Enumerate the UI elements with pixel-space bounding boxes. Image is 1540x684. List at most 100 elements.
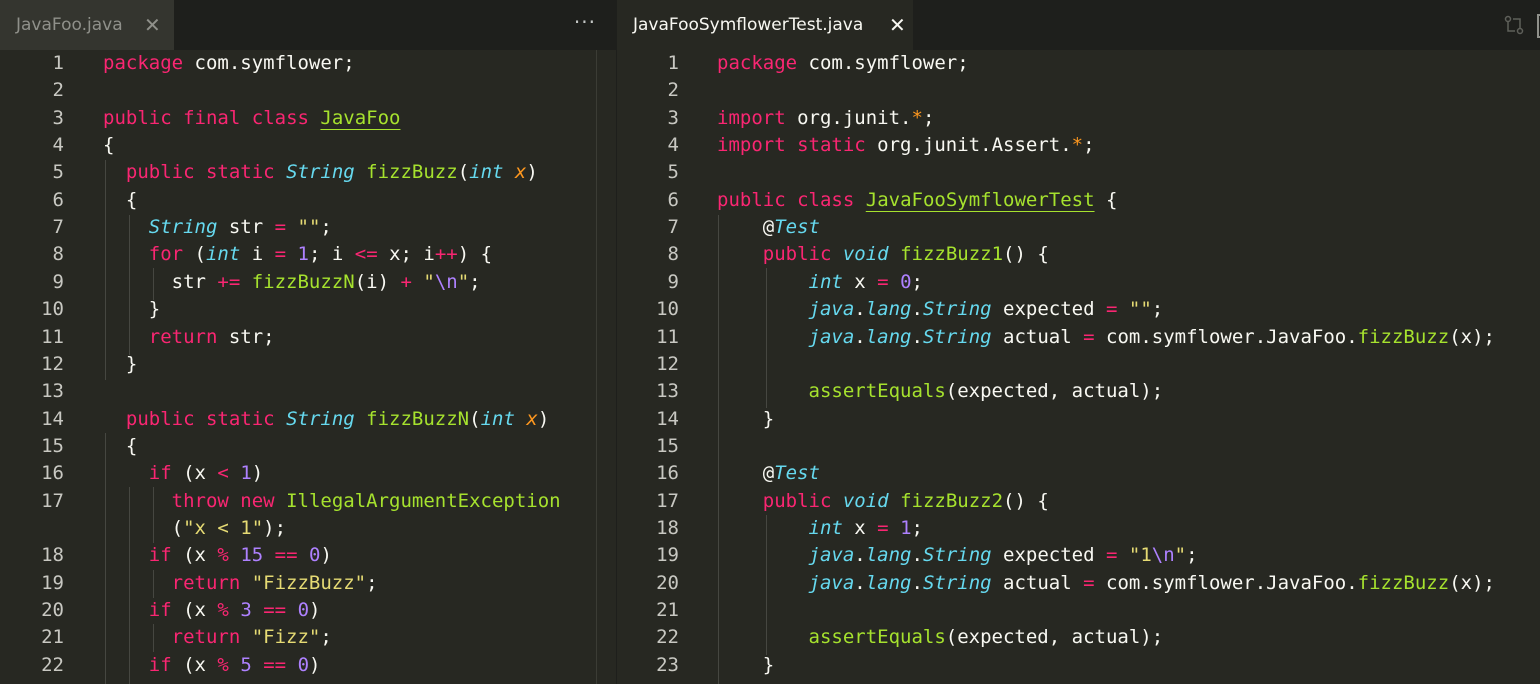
code-token: x: [842, 270, 878, 293]
close-icon[interactable]: ✕: [144, 13, 161, 37]
code-line[interactable]: 10 }: [0, 296, 616, 323]
code-token: str: [217, 216, 275, 239]
code-line[interactable]: 4{: [0, 132, 616, 159]
right-tab-bar: JavaFooSymflowerTest.java ✕: [617, 0, 1540, 50]
code-line[interactable]: 18 int x = 1;: [617, 515, 1540, 542]
code-line[interactable]: 6 public class JavaFooSymflowerTest {: [617, 187, 1540, 214]
code-line[interactable]: 3 import org.junit.*;: [617, 105, 1540, 132]
code-token: Test: [774, 462, 820, 485]
code-token: %: [217, 599, 229, 621]
code-token: ;: [1151, 298, 1164, 321]
code-line[interactable]: 19 java.lang.String expected = "1\n";: [617, 542, 1540, 569]
code-token: return: [148, 325, 218, 348]
code-line[interactable]: 12 }: [0, 351, 616, 378]
code-line[interactable]: 11 return str;: [0, 324, 616, 351]
ellipsis-icon[interactable]: ···: [574, 10, 596, 34]
line-number: 16: [656, 462, 679, 485]
code-line[interactable]: 10 java.lang.String expected = "";: [617, 296, 1540, 323]
code-line[interactable]: 16 @Test: [617, 460, 1540, 487]
code-line[interactable]: 11 java.lang.String actual = com.symflow…: [617, 324, 1540, 351]
code-token: +: [400, 270, 412, 293]
code-token: lang: [865, 544, 912, 567]
code-token: Test: [774, 216, 820, 239]
line-number: 6: [52, 188, 64, 211]
compare-changes-icon[interactable]: [1503, 14, 1525, 36]
code-line[interactable]: 5: [617, 159, 1540, 186]
code-text: }: [717, 406, 774, 433]
code-line[interactable]: 22 if (x % 5 == 0): [0, 652, 616, 679]
code-line[interactable]: 8 public void fizzBuzz1() {: [617, 241, 1540, 268]
code-token: (x: [171, 462, 218, 485]
code-line[interactable]: 9 str += fizzBuzzN(i) + "\n";: [0, 269, 616, 296]
code-token: 1: [297, 243, 309, 266]
code-text: import static org.junit.Assert.*;: [717, 132, 1095, 159]
tab-title: JavaFooSymflowerTest.java: [633, 15, 864, 35]
code-line[interactable]: 7 @Test: [617, 214, 1540, 241]
code-token: ++: [434, 243, 458, 266]
code-line[interactable]: 9 int x = 0;: [617, 269, 1540, 296]
code-token: return: [171, 626, 241, 649]
code-line[interactable]: 17 throw new IllegalArgumentException: [0, 488, 616, 515]
code-line[interactable]: 1 package com.symflower;: [0, 50, 616, 77]
code-line[interactable]: 22 assertEquals(expected, actual);: [617, 624, 1540, 651]
line-number: 19: [41, 571, 64, 594]
code-line[interactable]: 17 public void fizzBuzz2() {: [617, 488, 1540, 515]
code-text: @Test: [717, 214, 820, 241]
code-token: +=: [217, 270, 241, 293]
tab-javafoo[interactable]: JavaFoo.java ✕: [0, 0, 174, 50]
code-text: java.lang.String expected = "";: [717, 296, 1164, 323]
code-token: org.junit.: [785, 106, 912, 129]
line-number: 12: [41, 352, 64, 375]
code-line[interactable]: 8 for (int i = 1; i <= x; i++) {: [0, 241, 616, 268]
code-text: public class JavaFooSymflowerTest {: [717, 187, 1117, 214]
code-line[interactable]: 3 public final class JavaFoo: [0, 105, 616, 132]
code-line[interactable]: 23 }: [617, 652, 1540, 679]
code-token: <=: [354, 243, 378, 266]
code-token: JavaFoo: [320, 106, 401, 129]
code-token: actual: [991, 571, 1084, 594]
code-line[interactable]: 5 public static String fizzBuzz(int x): [0, 159, 616, 186]
code-token: package: [717, 52, 798, 74]
code-line[interactable]: 15 {: [0, 433, 616, 460]
code-line[interactable]: 4 import static org.junit.Assert.*;: [617, 132, 1540, 159]
code-token: %: [217, 653, 229, 676]
code-line[interactable]: 13: [0, 378, 616, 405]
code-token: throw: [171, 489, 229, 512]
line-number: 13: [41, 380, 64, 403]
code-token: "": [1128, 298, 1152, 321]
code-line[interactable]: 21 return "Fizz";: [0, 624, 616, 651]
line-number: 10: [656, 298, 679, 321]
code-token: ;: [320, 216, 332, 239]
code-text: public void fizzBuzz1() {: [717, 241, 1049, 268]
code-line[interactable]: 2: [617, 77, 1540, 104]
code-token: int: [480, 407, 515, 430]
code-line[interactable]: 6 {: [0, 187, 616, 214]
code-line[interactable]: 18 if (x % 15 == 0): [0, 542, 616, 569]
code-token: String: [922, 571, 992, 594]
code-line[interactable]: 12: [617, 351, 1540, 378]
code-line[interactable]: 20 if (x % 3 == 0): [0, 597, 616, 624]
code-text: return "FizzBuzz";: [103, 570, 378, 597]
code-token: static: [205, 161, 275, 184]
code-line[interactable]: 19 return "FizzBuzz";: [0, 570, 616, 597]
code-line[interactable]: 13 assertEquals(expected, actual);: [617, 378, 1540, 405]
code-line[interactable]: 14 public static String fizzBuzzN(int x): [0, 406, 616, 433]
code-line[interactable]: 15: [617, 433, 1540, 460]
indent-guide: [129, 215, 130, 355]
tab-javafoosymflowertest[interactable]: JavaFooSymflowerTest.java ✕: [617, 0, 913, 50]
code-line[interactable]: 21: [617, 597, 1540, 624]
code-line[interactable]: 7 String str = "";: [0, 214, 616, 241]
code-line[interactable]: 14 }: [617, 406, 1540, 433]
close-icon[interactable]: ✕: [889, 13, 906, 37]
code-line[interactable]: 2: [0, 77, 616, 104]
code-line[interactable]: 1 package com.symflower;: [617, 50, 1540, 77]
code-line[interactable]: 16 if (x < 1): [0, 460, 616, 487]
code-line[interactable]: 20 java.lang.String actual = com.symflow…: [617, 570, 1540, 597]
code-line[interactable]: ("x < 1");: [0, 515, 616, 542]
